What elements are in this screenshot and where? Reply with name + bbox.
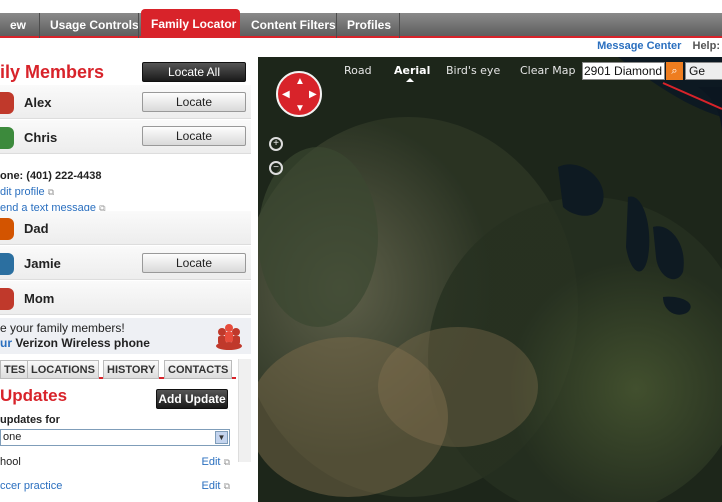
family-group-icon bbox=[214, 321, 244, 351]
promo-line-1: e your family members! bbox=[0, 321, 125, 335]
avatar bbox=[0, 127, 14, 149]
member-name: Alex bbox=[24, 95, 52, 110]
search-icon[interactable]: ⌕ bbox=[666, 62, 683, 80]
family-panel: ily Members Locate All Alex Locate Chris… bbox=[0, 40, 256, 502]
member-details: one: (401) 222-4438 dit profile ⧉ end a … bbox=[0, 168, 106, 216]
member-row-jamie[interactable]: Jamie Locate bbox=[0, 246, 251, 280]
subtab-contacts[interactable]: CONTACTS bbox=[164, 360, 233, 379]
locate-chris-button[interactable]: Locate bbox=[142, 126, 246, 146]
promo-line-2: ur Verizon Wireless phone bbox=[0, 336, 150, 350]
tab-content-filters[interactable]: Content Filters bbox=[241, 13, 337, 38]
promo-text: Verizon Wireless phone bbox=[12, 336, 150, 350]
zoom-out-icon[interactable]: − bbox=[269, 161, 283, 175]
pan-left-icon[interactable]: ◀ bbox=[282, 90, 290, 100]
promo-banner[interactable]: e your family members! ur Verizon Wirele… bbox=[0, 318, 251, 354]
update-row: hool Edit ⧉ bbox=[0, 456, 230, 468]
map-view-road[interactable]: Road bbox=[344, 64, 372, 77]
update-name[interactable]: ccer practice bbox=[0, 480, 62, 492]
map-view-aerial[interactable]: Aerial bbox=[394, 64, 430, 77]
family-members-title: ily Members bbox=[0, 62, 105, 82]
chevron-down-icon[interactable]: ▼ bbox=[215, 431, 228, 444]
avatar bbox=[0, 253, 14, 275]
member-row-alex[interactable]: Alex Locate bbox=[0, 85, 251, 119]
map-pan-control[interactable]: ▲ ▼ ◀ ▶ bbox=[276, 71, 322, 117]
updates-subtab-bar: TES LOCATIONS HISTORY CONTACTS bbox=[0, 359, 236, 379]
message-center-link[interactable]: Message Center bbox=[597, 40, 681, 52]
pan-up-icon[interactable]: ▲ bbox=[295, 77, 305, 87]
help-link[interactable]: Help: bbox=[693, 40, 721, 52]
locate-jamie-button[interactable]: Locate bbox=[142, 253, 246, 273]
map-imagery bbox=[258, 57, 722, 502]
pan-down-icon[interactable]: ▼ bbox=[295, 104, 305, 114]
popup-icon: ⧉ bbox=[47, 187, 55, 197]
top-links: Message Center Help: bbox=[256, 40, 722, 56]
map-view-birdseye[interactable]: Bird's eye bbox=[446, 64, 500, 77]
member-name: Jamie bbox=[24, 256, 61, 271]
locate-alex-button[interactable]: Locate bbox=[142, 92, 246, 112]
main-tab-bar: ew Usage Controls Family Locator Content… bbox=[0, 0, 722, 40]
tab-overview[interactable]: ew bbox=[0, 13, 40, 38]
phone-number: one: (401) 222-4438 bbox=[0, 170, 102, 182]
member-row-chris[interactable]: Chris Locate bbox=[0, 120, 251, 154]
pan-right-icon[interactable]: ▶ bbox=[309, 90, 317, 100]
selected-value: one bbox=[3, 431, 22, 443]
member-row-mom[interactable]: Mom bbox=[0, 281, 251, 315]
avatar bbox=[0, 92, 14, 114]
update-row: ccer practice Edit ⧉ bbox=[0, 480, 230, 492]
go-button[interactable]: Ge bbox=[685, 62, 722, 80]
locate-all-button[interactable]: Locate All bbox=[142, 62, 246, 82]
tab-usage-controls[interactable]: Usage Controls bbox=[40, 13, 139, 38]
updates-title: Updates bbox=[0, 386, 68, 405]
aerial-map[interactable]: Road Aerial Bird's eye Clear Map 2901 Di… bbox=[258, 57, 722, 502]
member-row-dad[interactable]: Dad bbox=[0, 211, 251, 245]
zoom-in-icon[interactable]: + bbox=[269, 137, 283, 151]
address-search-input[interactable]: 2901 Diamond St bbox=[582, 62, 665, 80]
map-view-bar: Road Aerial Bird's eye Clear Map 2901 Di… bbox=[258, 57, 722, 83]
member-name: Chris bbox=[24, 130, 58, 145]
subtab-locations[interactable]: LOCATIONS bbox=[27, 360, 99, 379]
promo-prefix: ur bbox=[0, 336, 12, 350]
map-view-clear[interactable]: Clear Map bbox=[520, 64, 575, 77]
tab-family-locator[interactable]: Family Locator bbox=[141, 9, 240, 38]
updates-scrollbar[interactable] bbox=[238, 359, 251, 462]
update-name: hool bbox=[0, 456, 21, 468]
tab-profiles[interactable]: Profiles bbox=[337, 13, 400, 38]
avatar bbox=[0, 218, 14, 240]
subtab-updates[interactable]: TES bbox=[0, 360, 30, 379]
edit-update-link[interactable]: Edit ⧉ bbox=[202, 480, 230, 492]
member-name: Dad bbox=[24, 221, 49, 236]
updates-filter-select[interactable]: one ▼ bbox=[0, 429, 230, 446]
add-update-button[interactable]: Add Update bbox=[156, 389, 228, 409]
avatar bbox=[0, 288, 14, 310]
member-name: Mom bbox=[24, 291, 55, 306]
updates-filter-label: updates for bbox=[0, 414, 60, 426]
edit-update-link[interactable]: Edit ⧉ bbox=[202, 456, 230, 468]
subtab-history[interactable]: HISTORY bbox=[103, 360, 160, 379]
edit-profile-link[interactable]: dit profile bbox=[0, 186, 45, 198]
selected-view-indicator bbox=[406, 78, 414, 82]
